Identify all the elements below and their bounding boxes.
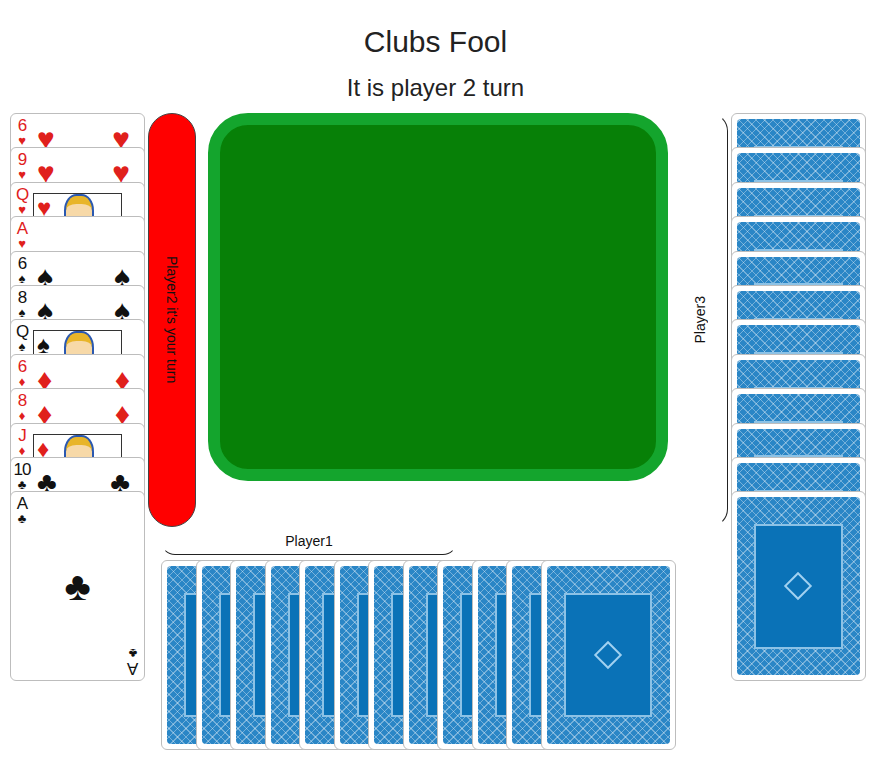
card-corner: Q♠	[14, 323, 30, 353]
card-back-pattern	[737, 497, 860, 675]
playing-card[interactable]: A♣♣A♣	[10, 491, 145, 681]
player2-label: Player2 it's your turn	[164, 256, 180, 383]
card-corner: 9♥	[14, 151, 30, 181]
card-back	[541, 560, 676, 750]
card-corner: 10♣	[14, 461, 30, 491]
suit-icon: ♣	[11, 492, 144, 680]
card-corner: 6♠	[14, 255, 30, 285]
emblem-icon	[594, 641, 622, 669]
card-back	[731, 491, 866, 681]
card-corner: Q♥	[14, 186, 30, 216]
header: Clubs Fool It is player 2 turn	[0, 0, 871, 113]
card-corner: 8♦	[14, 392, 30, 422]
player2-hand: 6♥♥♥6♥9♥♥♥9♥Q♥♥Q♥A♥♥A♥6♠♠♠6♠8♠♠♠8♠Q♠♠Q♠6…	[10, 113, 145, 750]
player3-label: Player3	[692, 296, 708, 343]
card-corner: J♦	[14, 427, 30, 457]
card-back-panel	[754, 524, 843, 649]
card-corner: 6♥	[14, 117, 30, 147]
player1-hand	[161, 560, 731, 750]
player2-turn-bar: Player2 it's your turn	[148, 113, 196, 527]
card-back-pattern	[547, 566, 670, 744]
turn-status: It is player 2 turn	[0, 72, 871, 104]
player3-label-area: Player3	[668, 113, 731, 527]
play-table	[208, 113, 668, 481]
board: 6♥♥♥6♥9♥♥♥9♥Q♥♥Q♥A♥♥A♥6♠♠♠6♠8♠♠♠8♠Q♠♠Q♠6…	[0, 113, 871, 750]
player1-area: Player1	[145, 527, 731, 750]
emblem-icon	[784, 572, 812, 600]
card-back-panel	[564, 593, 653, 718]
card-corner: A♣	[125, 647, 141, 677]
player1-label: Player1	[285, 530, 332, 552]
player3-bracket: Player3	[692, 113, 728, 527]
card-corner: A♥	[14, 220, 30, 250]
player1-bracket: Player1	[161, 530, 457, 555]
card-corner: 6♦	[14, 358, 30, 388]
card-corner: A♣	[14, 495, 30, 525]
game-page: Clubs FoolIt is player 2 turn6♥♥♥6♥9♥♥♥9…	[0, 0, 871, 763]
player3-hand	[731, 113, 866, 750]
card-corner: 8♠	[14, 289, 30, 319]
game-title: Clubs Fool	[0, 24, 871, 60]
